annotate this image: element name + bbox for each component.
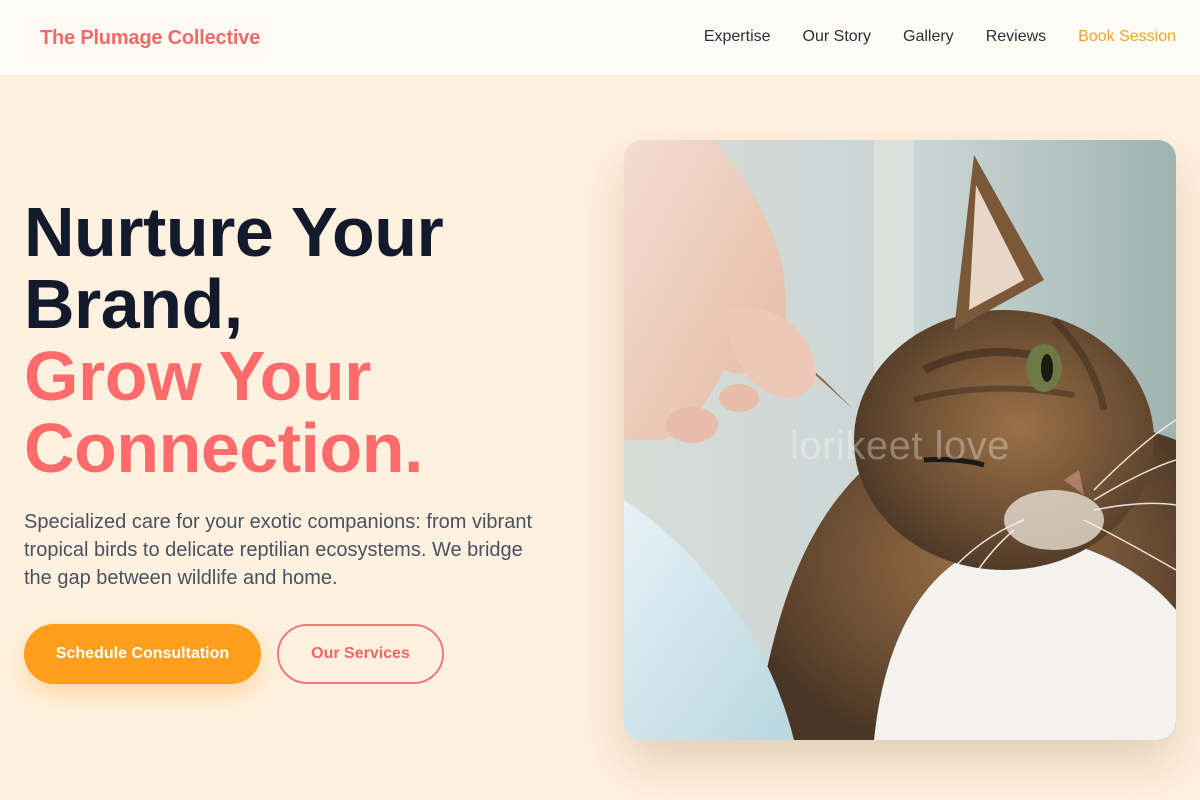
headline-line-1: Nurture Your [24,193,444,271]
our-services-button[interactable]: Our Services [277,624,444,684]
site-header: The Plumage Collective Expertise Our Sto… [0,0,1200,76]
nav-link-book-session[interactable]: Book Session [1078,28,1176,46]
schedule-consultation-button[interactable]: Schedule Consultation [24,624,261,684]
image-watermark: lorikeet love [790,424,1010,468]
nav-link-reviews[interactable]: Reviews [986,28,1046,46]
nav-link-our-story[interactable]: Our Story [803,28,871,46]
headline-line-4: Connection. [24,409,423,487]
main-nav: Expertise Our Story Gallery Reviews Book… [704,0,1176,74]
nav-link-gallery[interactable]: Gallery [903,28,954,46]
nav-link-expertise[interactable]: Expertise [704,28,771,46]
headline-line-3: Grow Your [24,337,371,415]
headline-line-2: Brand, [24,265,243,343]
hero-headline: Nurture Your Brand, Grow Your Connection… [24,196,584,484]
hero-description: Specialized care for your exotic compani… [24,511,533,589]
hero-cat-photo: lorikeet love [624,140,1176,740]
brand-logo[interactable]: The Plumage Collective [24,16,270,60]
